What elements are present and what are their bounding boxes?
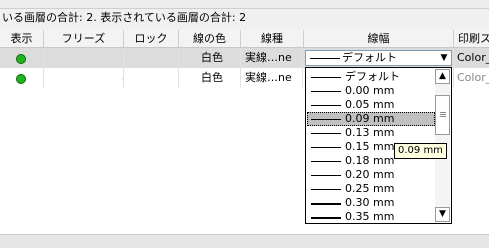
dropdown-arrow-icon[interactable]: ▼: [437, 51, 451, 65]
lineweight-tooltip: 0.09 mm: [394, 143, 447, 159]
scroll-down-icon[interactable]: ▼: [435, 207, 450, 222]
lineweight-option-label: 0.00 mm: [345, 84, 395, 97]
lineweight-option-label: デフォルト: [345, 70, 400, 83]
lineweight-option-label: 0.25 mm: [345, 182, 395, 195]
column-header-row: 表示 フリーズ ロック 線の色 線種 線幅 印刷ス: [0, 30, 489, 48]
lineweight-combobox[interactable]: デフォルト ▼: [305, 50, 452, 66]
light-bulb-on-icon[interactable]: [16, 54, 26, 64]
lineweight-option-label: 0.18 mm: [345, 154, 395, 167]
lineweight-sample-line: [311, 133, 341, 134]
top-border: [0, 0, 489, 9]
lineweight-option[interactable]: 0.20 mm: [307, 168, 435, 182]
lineweight-option[interactable]: 0.05 mm: [307, 98, 435, 112]
lineweight-sample-line: [311, 105, 341, 106]
lineweight-sample-line: [311, 119, 341, 120]
lineweight-sample-line: [311, 161, 341, 162]
status-text: いる画層の合計: 2. 表示されている画層の合計: 2: [2, 11, 247, 24]
column-header-linetype[interactable]: 線種: [241, 30, 304, 47]
column-header-lineweight[interactable]: 線幅: [304, 30, 454, 47]
column-header-freeze[interactable]: フリーズ: [44, 30, 124, 47]
column-header-on[interactable]: 表示: [0, 30, 44, 47]
lineweight-sample-line: [311, 77, 341, 78]
lineweight-option-label: 0.15 mm: [345, 140, 395, 153]
linetype-cell[interactable]: 実線…ne: [241, 68, 303, 88]
lineweight-option[interactable]: 0.13 mm: [307, 126, 435, 140]
lineweight-sample-line: [311, 175, 341, 176]
linetype-cell[interactable]: 実線…ne: [241, 48, 303, 68]
lineweight-sample-line: [311, 91, 341, 92]
lineweight-combo-value: デフォルト: [342, 51, 397, 64]
lineweight-option-label: 0.35 mm: [345, 210, 395, 223]
scrollbar-thumb[interactable]: [435, 95, 450, 135]
freeze-cell[interactable]: [44, 68, 124, 88]
lock-cell[interactable]: [124, 48, 179, 68]
lineweight-option-label: 0.13 mm: [345, 126, 395, 139]
color-cell[interactable]: 白色: [179, 48, 241, 68]
lineweight-option[interactable]: 0.30 mm: [307, 196, 435, 210]
color-cell[interactable]: 白色: [179, 68, 241, 88]
layer-count-status: いる画層の合計: 2. 表示されている画層の合計: 2: [0, 9, 489, 27]
lineweight-option[interactable]: 0.35 mm: [307, 210, 435, 224]
lineweight-option-label: 0.05 mm: [345, 98, 395, 111]
lineweight-option[interactable]: 0.25 mm: [307, 182, 435, 196]
lineweight-sample-line: [310, 58, 340, 59]
lock-cell[interactable]: [124, 68, 179, 88]
lineweight-option[interactable]: 0.09 mm: [307, 112, 435, 126]
lineweight-sample-line: [311, 217, 341, 219]
lineweight-option[interactable]: 0.00 mm: [307, 84, 435, 98]
light-bulb-on-icon[interactable]: [16, 74, 26, 84]
freeze-cell[interactable]: [44, 48, 124, 68]
color-name: 白色: [201, 71, 223, 84]
column-header-color[interactable]: 線の色: [179, 30, 241, 47]
scroll-up-icon[interactable]: ▲: [435, 69, 450, 84]
lineweight-option-label: 0.20 mm: [345, 168, 395, 181]
on-cell[interactable]: [0, 48, 44, 68]
plotstyle-cell[interactable]: Color_: [454, 48, 489, 68]
lineweight-option[interactable]: デフォルト: [307, 70, 435, 84]
lineweight-sample-line: [311, 147, 341, 148]
lineweight-option-label: 0.30 mm: [345, 196, 395, 209]
plotstyle-cell[interactable]: Color_: [454, 68, 489, 88]
column-header-plotstyle[interactable]: 印刷ス: [454, 30, 489, 47]
lineweight-sample-line: [311, 189, 341, 190]
on-cell[interactable]: [0, 68, 44, 88]
column-header-lock[interactable]: ロック: [124, 30, 179, 47]
lineweight-option-label: 0.09 mm: [345, 112, 395, 125]
lineweight-sample-line: [311, 203, 341, 205]
bottom-bar: [0, 234, 489, 248]
color-name: 白色: [201, 51, 223, 64]
